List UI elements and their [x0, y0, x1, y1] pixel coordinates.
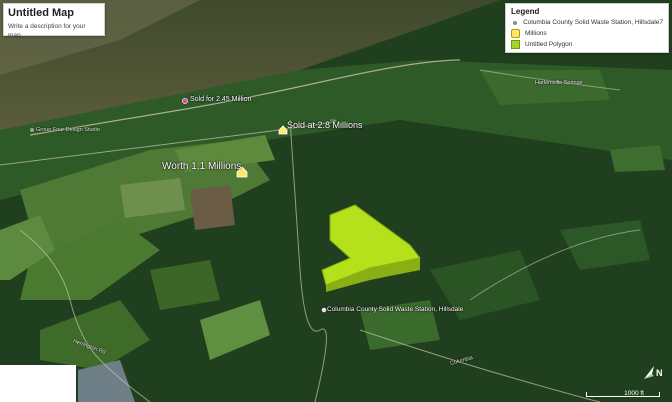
- compass-icon[interactable]: N: [641, 362, 667, 384]
- legend-item-polygon[interactable]: Untitled Polygon: [511, 39, 663, 50]
- label-waste-station: Columbia County Solid Waste Station, Hil…: [327, 306, 464, 313]
- pin-dot-icon: [511, 19, 518, 27]
- map-title: Untitled Map: [8, 7, 74, 19]
- pin-marker-sold-245[interactable]: [182, 98, 188, 104]
- label-design-studio: Group Four Design Studio: [36, 127, 100, 133]
- satellite-map[interactable]: [0, 0, 672, 402]
- svg-text:N: N: [656, 368, 663, 378]
- blank-overlay-box: [0, 365, 76, 402]
- legend-item-label: Columbia County Solid Waste Station, Hil…: [523, 19, 663, 26]
- label-springs: Harlemville Springs: [535, 80, 583, 86]
- pin-marker-waste-station[interactable]: [321, 307, 327, 313]
- house-icon: [511, 29, 520, 38]
- pin-marker-design-studio: [30, 128, 34, 132]
- map-description: Write a description for your map.: [8, 23, 86, 39]
- label-sold-245: Sold for 2.45 Million: [190, 96, 252, 103]
- legend-panel[interactable]: Legend Columbia County Solid Waste Stati…: [505, 3, 669, 53]
- legend-item-waste-station[interactable]: Columbia County Solid Waste Station, Hil…: [511, 17, 663, 28]
- map-title-card[interactable]: Untitled Map Write a description for you…: [3, 3, 105, 39]
- legend-title: Legend: [511, 7, 540, 16]
- label-sold-28: Sold at 2.8 Millions: [287, 120, 363, 130]
- legend-item-label: Millions: [525, 30, 547, 37]
- scale-bar: 1000 ft: [580, 385, 666, 399]
- scale-line: [586, 392, 660, 397]
- legend-item-millions[interactable]: Millions: [511, 28, 663, 39]
- label-worth-11: Worth 1.1 Millions: [162, 161, 242, 172]
- polygon-icon: [511, 40, 520, 49]
- legend-item-label: Untitled Polygon: [525, 41, 573, 48]
